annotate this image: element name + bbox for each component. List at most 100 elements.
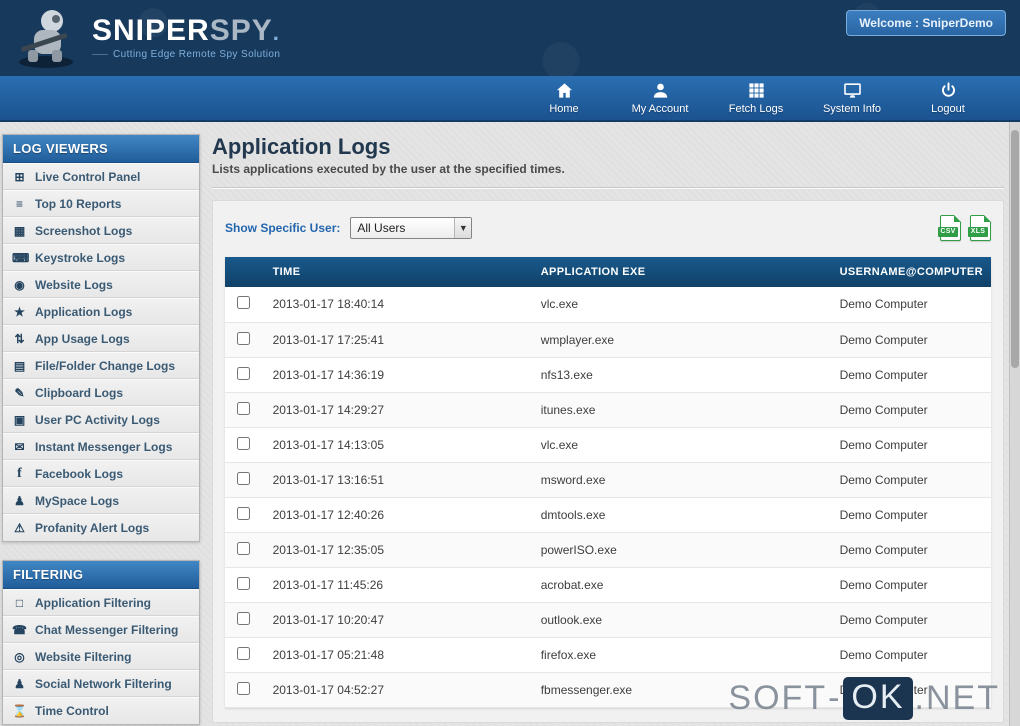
sidebar-item-live-control-panel[interactable]: ⊞ Live Control Panel (3, 163, 199, 190)
time-control-icon: ⌛ (12, 704, 27, 718)
nav-item-fetch-logs[interactable]: Fetch Logs (708, 76, 804, 120)
sidebar-item-chat-messenger-filtering[interactable]: ☎ Chat Messenger Filtering (3, 616, 199, 643)
row-checkbox-cell (225, 357, 259, 393)
row-checkbox[interactable] (237, 436, 250, 450)
vertical-scrollbar[interactable] (1009, 122, 1020, 726)
row-checkbox-cell (225, 427, 259, 463)
sidebar-item-label: Website Filtering (35, 649, 132, 664)
watermark-part3: .NET (914, 679, 1000, 717)
nav-item-logout[interactable]: Logout (900, 76, 996, 120)
sidebar-item-app-usage-logs[interactable]: ⇅ App Usage Logs (3, 325, 199, 352)
csv-export-icon[interactable]: CSV (938, 215, 961, 241)
row-checkbox[interactable] (237, 471, 250, 485)
sidebar-item-application-logs[interactable]: ★ Application Logs (3, 298, 199, 325)
home-icon (555, 81, 574, 100)
watermark-part1: SOFT (728, 679, 828, 717)
sidebar-item-screenshot-logs[interactable]: ▦ Screenshot Logs (3, 217, 199, 244)
screenshot-logs-icon: ▦ (13, 223, 26, 238)
log-table-header-row: TIME APPLICATION EXE USERNAME@COMPUTER (225, 257, 991, 287)
watermark: SOFT - OK .NET (728, 677, 1000, 720)
cell-application-exe: itunes.exe (526, 392, 826, 428)
sidebar-item-profanity-alert-logs[interactable]: ⚠ Profanity Alert Logs (3, 514, 199, 541)
cell-application-exe: wmplayer.exe (526, 322, 826, 358)
table-row: 2013-01-17 14:13:05 vlc.exe Demo Computer (225, 427, 991, 463)
cell-username-computer: Demo Computer (825, 322, 991, 358)
row-checkbox-cell (225, 462, 259, 498)
row-checkbox[interactable] (237, 366, 250, 380)
row-checkbox[interactable] (237, 401, 250, 415)
cell-username-computer: Demo Computer (825, 462, 991, 498)
sidebar-item-instant-messenger-logs[interactable]: ✉ Instant Messenger Logs (3, 433, 199, 460)
sidebar-item-top-10-reports[interactable]: ≡ Top 10 Reports (3, 190, 199, 217)
logout-icon (939, 81, 958, 100)
row-checkbox[interactable] (237, 646, 250, 660)
sidebar-item-website-logs[interactable]: ◉ Website Logs (3, 271, 199, 298)
sidebar-item-label: Instant Messenger Logs (35, 439, 173, 454)
sidebar-item-time-control[interactable]: ⌛ Time Control (3, 697, 199, 724)
row-checkbox[interactable] (237, 506, 250, 520)
table-row: 2013-01-17 10:20:47 outlook.exe Demo Compu… (225, 602, 991, 638)
row-checkbox[interactable] (237, 611, 250, 625)
sidebar-item-clipboard-logs[interactable]: ✎ Clipboard Logs (3, 379, 199, 406)
myspace-logs-icon: ♟ (14, 493, 25, 508)
chevron-down-icon: ▼ (454, 218, 472, 238)
cell-username-computer: Demo Computer (825, 392, 991, 428)
filter-row: Show Specific User: All Users ▼ CSV XLS (225, 215, 991, 241)
table-row: 2013-01-17 14:36:19 nfs13.exe Demo Compute… (225, 357, 991, 393)
xls-export-icon[interactable]: XLS (968, 215, 991, 241)
chat-messenger-filtering-icon: ☎ (12, 622, 27, 637)
sidebar-item-myspace-logs[interactable]: ♟ MySpace Logs (3, 487, 199, 514)
app-usage-logs-icon: ⇅ (14, 331, 25, 346)
cell-username-computer: Demo Computer (825, 637, 991, 673)
xls-label: XLS (968, 227, 988, 237)
brand-dot: . (272, 20, 280, 45)
row-checkbox[interactable] (237, 296, 250, 310)
sidebar-item-keystroke-logs[interactable]: ⌨ Keystroke Logs (3, 244, 199, 271)
profanity-alert-logs-icon: ⚠ (14, 521, 25, 535)
sidebar: LOG VIEWERS ⊞ Live Control Panel ≡ Top 10 Re… (2, 134, 200, 725)
cell-time: 2013-01-17 12:40:26 (258, 497, 527, 533)
content: LOG VIEWERS ⊞ Live Control Panel ≡ Top 10 Re… (0, 122, 1020, 725)
file-folder-change-logs-icon: ▤ (13, 358, 26, 373)
cell-time: 2013-01-17 13:16:51 (258, 462, 527, 498)
cell-application-exe: vlc.exe (526, 287, 826, 323)
sidebar-item-label: File/Folder Change Logs (35, 358, 176, 373)
system-info-icon (843, 81, 862, 100)
show-specific-user-label: Show Specific User: (225, 221, 341, 235)
social-network-filtering-icon: ♟ (14, 676, 25, 691)
row-checkbox[interactable] (237, 576, 250, 590)
cell-application-exe: powerISO.exe (526, 532, 826, 568)
row-checkbox-cell (225, 567, 259, 603)
row-checkbox-cell (225, 672, 259, 708)
cell-time: 2013-01-17 11:45:26 (258, 567, 527, 603)
row-checkbox-cell (225, 287, 259, 323)
cell-username-computer: Demo Computer (825, 602, 991, 638)
sidebar-item-label: Website Logs (35, 277, 113, 292)
nav-item-home[interactable]: Home (516, 76, 612, 120)
sidebar-section-title: FILTERING (3, 561, 199, 589)
user-select-value: All Users (357, 221, 406, 235)
sidebar-item-label: Chat Messenger Filtering (35, 622, 179, 637)
nav-item-system-info[interactable]: System Info (804, 76, 900, 120)
row-checkbox[interactable] (237, 541, 250, 555)
sidebar-item-website-filtering[interactable]: ◎ Website Filtering (3, 643, 199, 670)
sidebar-item-application-filtering[interactable]: □ Application Filtering (3, 589, 199, 616)
sidebar-item-label: User PC Activity Logs (35, 412, 160, 427)
user-select[interactable]: All Users ▼ (350, 217, 473, 239)
row-checkbox[interactable] (237, 681, 250, 695)
sidebar-item-file-folder-change-logs[interactable]: ▤ File/Folder Change Logs (3, 352, 199, 379)
sidebar-item-social-network-filtering[interactable]: ♟ Social Network Filtering (3, 670, 199, 697)
brand-primary: SNIPER (92, 14, 210, 47)
cell-time: 2013-01-17 12:35:05 (258, 532, 527, 568)
row-checkbox[interactable] (237, 331, 250, 345)
website-filtering-icon: ◎ (14, 649, 25, 664)
sidebar-item-user-pc-activity-logs[interactable]: ▣ User PC Activity Logs (3, 406, 199, 433)
cell-application-exe: dmtools.exe (526, 497, 826, 533)
scrollbar-thumb[interactable] (1011, 130, 1019, 368)
header-checkbox-cell (225, 257, 259, 287)
table-row: 2013-01-17 17:25:41 wmplayer.exe Demo Comp… (225, 322, 991, 358)
welcome-button[interactable]: Welcome : SniperDemo (846, 10, 1006, 36)
user-pc-activity-logs-icon: ▣ (13, 412, 26, 427)
sidebar-item-facebook-logs[interactable]: f Facebook Logs (3, 460, 199, 487)
nav-item-my-account[interactable]: My Account (612, 76, 708, 120)
